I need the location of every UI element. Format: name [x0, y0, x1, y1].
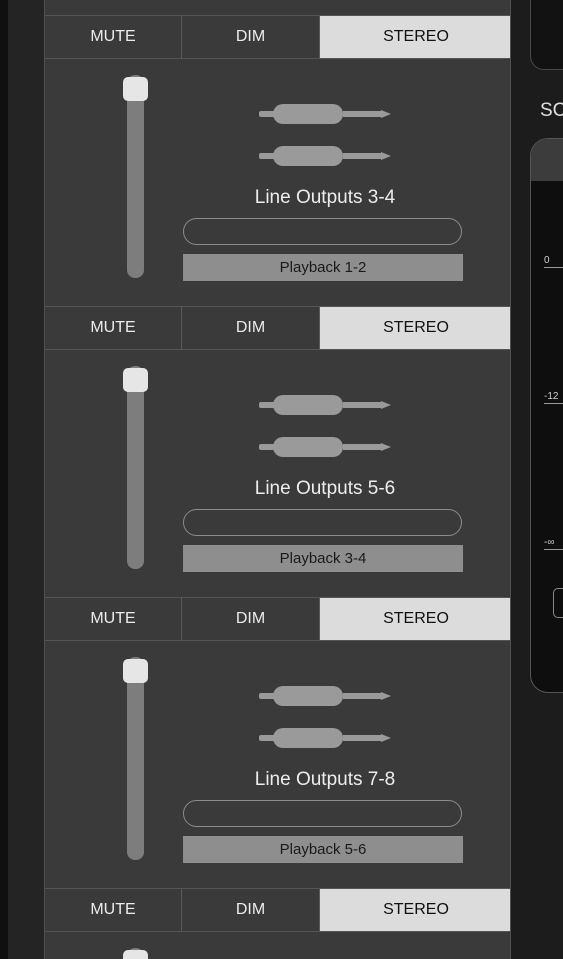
channel-name: Line Outputs 7-8: [254, 769, 396, 790]
mute-button[interactable]: MUTE: [45, 889, 182, 931]
jack-plug-icon: [259, 146, 391, 166]
level-meter: [183, 218, 462, 245]
jack-plug-icon: [259, 728, 391, 748]
dim-button[interactable]: DIM: [182, 889, 320, 931]
jack-plug-icon: [259, 395, 391, 415]
mute-button[interactable]: MUTE: [45, 307, 182, 349]
stereo-button[interactable]: STEREO: [320, 598, 510, 640]
left-column: [8, 0, 44, 959]
channel-button-row: MUTE DIM STEREO: [45, 888, 510, 932]
stereo-button[interactable]: STEREO: [320, 16, 510, 58]
window-edge: [0, 0, 8, 959]
fader-knob[interactable]: [123, 77, 148, 101]
channel-strip: Line Outputs 7-8 Playback 5-6: [45, 641, 510, 888]
level-meter: [183, 800, 462, 827]
source-selector[interactable]: Playback 1-2: [183, 254, 463, 281]
right-panel: SC 0 -12 -∞: [511, 0, 563, 959]
meter-mark-minus-inf: -∞: [544, 537, 563, 550]
mute-button[interactable]: MUTE: [45, 598, 182, 640]
output-channel-list: MUTE DIM STEREO Line Outputs 3-4 Playbac…: [44, 0, 511, 959]
channel-strip: Line Outputs 5-6 Playback 3-4: [45, 350, 510, 597]
channel-name: Line Outputs 5-6: [254, 478, 396, 499]
jack-plug-icon: [259, 437, 391, 457]
channel-strip: Line Outputs 3-4 Playback 1-2: [45, 59, 510, 306]
source-selector[interactable]: Playback 3-4: [183, 545, 463, 572]
fader-knob[interactable]: [123, 368, 148, 392]
meter-panel: 0 -12 -∞: [530, 138, 563, 693]
dim-button[interactable]: DIM: [182, 16, 320, 58]
meter-header: [531, 139, 563, 181]
channel-button-row: MUTE DIM STEREO: [45, 597, 510, 641]
meter-mark-0: 0: [544, 255, 563, 268]
stereo-button[interactable]: STEREO: [320, 307, 510, 349]
top-panel-box: [530, 0, 563, 70]
fader-track[interactable]: [127, 366, 144, 569]
dim-button[interactable]: DIM: [182, 307, 320, 349]
fader-track[interactable]: [127, 657, 144, 860]
meter-mark-minus-12: -12: [544, 391, 563, 404]
fader-track[interactable]: [127, 75, 144, 278]
channel-button-row: MUTE DIM STEREO: [45, 15, 510, 59]
source-selector[interactable]: Playback 5-6: [183, 836, 463, 863]
section-label: SC: [540, 100, 563, 121]
jack-plug-icon: [259, 686, 391, 706]
jack-plug-icon: [259, 104, 391, 124]
meter-button[interactable]: [553, 588, 563, 618]
dim-button[interactable]: DIM: [182, 598, 320, 640]
channel-strip: [45, 932, 510, 959]
channel-button-row: MUTE DIM STEREO: [45, 306, 510, 350]
level-meter: [183, 509, 462, 536]
mute-button[interactable]: MUTE: [45, 16, 182, 58]
stereo-button[interactable]: STEREO: [320, 889, 510, 931]
channel-name: Line Outputs 3-4: [254, 187, 396, 208]
fader-knob[interactable]: [123, 659, 148, 683]
fader-knob[interactable]: [123, 950, 148, 959]
